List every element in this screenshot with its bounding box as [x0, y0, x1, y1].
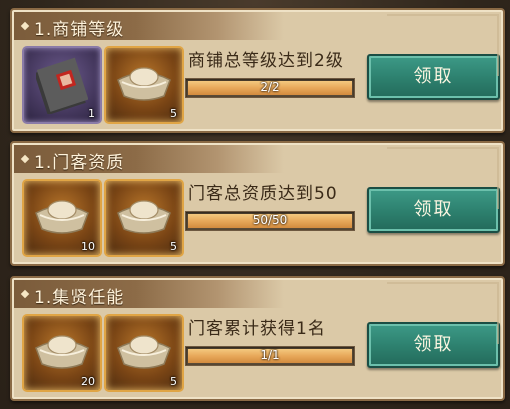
- diamond-bullet-icon: [20, 21, 30, 31]
- claim-button[interactable]: 领取: [367, 322, 500, 368]
- silver-ingot-icon: [117, 335, 171, 369]
- reward-count: 1: [88, 107, 95, 120]
- task-title: 1.商铺等级: [34, 20, 125, 40]
- reward-count: 10: [81, 240, 95, 253]
- task-title: 1.集贤任能: [34, 288, 125, 308]
- progress-label: 50/50: [252, 213, 288, 227]
- claim-button[interactable]: 领取: [367, 54, 500, 100]
- progress-bar: 1/1: [185, 346, 355, 366]
- diamond-bullet-icon: [20, 154, 30, 164]
- task-description: 门客总资质达到50: [188, 184, 338, 204]
- diamond-bullet-icon: [20, 289, 30, 299]
- task-card-retainer-quality: 1.门客资质 10 5 门客总资质达到50 50/50 领取: [10, 141, 505, 266]
- silver-ingot-icon: [35, 200, 89, 234]
- progress-bar: 50/50: [185, 211, 355, 231]
- progress-bar: 2/2: [185, 78, 355, 98]
- reward-count: 5: [170, 375, 177, 388]
- task-description: 商铺总等级达到2级: [188, 51, 344, 71]
- reward-count: 5: [170, 107, 177, 120]
- task-title-ribbon: 1.集贤任能: [14, 280, 284, 308]
- reward-slot[interactable]: 5: [104, 314, 184, 392]
- task-title: 1.门客资质: [34, 153, 125, 173]
- reward-count: 5: [170, 240, 177, 253]
- silver-ingot-icon: [117, 67, 171, 101]
- reward-slot[interactable]: 5: [104, 179, 184, 257]
- task-card-recruit-talent: 1.集贤任能 20 5 门客累计获得1名 1/1 领取: [10, 276, 505, 401]
- task-title-ribbon: 1.门客资质: [14, 145, 284, 173]
- reward-count: 20: [81, 375, 95, 388]
- progress-label: 2/2: [260, 80, 280, 94]
- progress-label: 1/1: [260, 348, 280, 362]
- reward-slot[interactable]: 1: [22, 46, 102, 124]
- reward-slot[interactable]: 5: [104, 46, 184, 124]
- book-icon: [36, 57, 88, 114]
- claim-button[interactable]: 领取: [367, 187, 500, 233]
- silver-ingot-icon: [35, 335, 89, 369]
- reward-slot[interactable]: 10: [22, 179, 102, 257]
- task-title-ribbon: 1.商铺等级: [14, 12, 284, 40]
- task-card-shop-level: 1.商铺等级 1 5 商铺总等级达到2级 2/2 领取: [10, 8, 505, 133]
- task-description: 门客累计获得1名: [188, 319, 326, 339]
- reward-slot[interactable]: 20: [22, 314, 102, 392]
- silver-ingot-icon: [117, 200, 171, 234]
